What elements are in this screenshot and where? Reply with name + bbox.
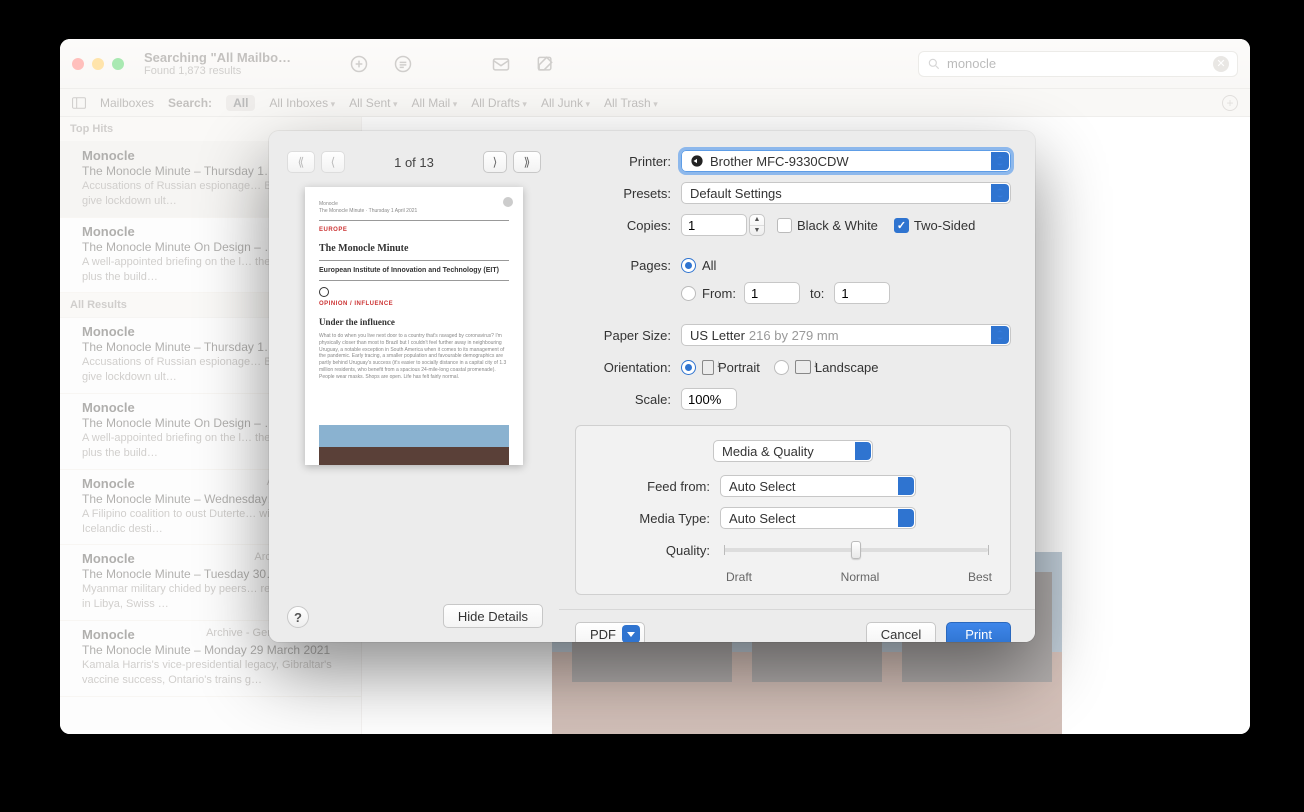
copies-stepper[interactable]: ▲▼ bbox=[749, 214, 765, 236]
pages-from-input[interactable] bbox=[744, 282, 800, 304]
pages-to-label: to: bbox=[810, 286, 824, 301]
pages-all-label: All bbox=[702, 258, 716, 273]
orientation-landscape-radio[interactable] bbox=[774, 360, 789, 375]
preview-page-thumbnail: MonocleThe Monocle Minute · Thursday 1 A… bbox=[305, 187, 523, 465]
two-sided-label: Two-Sided bbox=[914, 218, 975, 233]
media-type-label: Media Type: bbox=[594, 511, 710, 526]
preview-page-indicator: 1 of 13 bbox=[351, 155, 477, 170]
presets-label: Presets: bbox=[575, 186, 671, 201]
scale-label: Scale: bbox=[575, 392, 671, 407]
printer-label: Printer: bbox=[575, 154, 671, 169]
pdf-menu-button[interactable]: PDF bbox=[575, 622, 645, 642]
copies-label: Copies: bbox=[575, 218, 671, 233]
pages-label: Pages: bbox=[575, 258, 671, 273]
portrait-icon bbox=[702, 360, 714, 375]
print-dialog: ⟪ ⟨ 1 of 13 ⟩ ⟫ MonocleThe Monocle Minut… bbox=[269, 131, 1035, 642]
preview-first-page-button[interactable]: ⟪ bbox=[287, 151, 315, 173]
preview-last-page-button[interactable]: ⟫ bbox=[513, 151, 541, 173]
black-white-checkbox[interactable] bbox=[777, 218, 792, 233]
print-preview-pane: ⟪ ⟨ 1 of 13 ⟩ ⟫ MonocleThe Monocle Minut… bbox=[269, 131, 559, 642]
feed-from-select[interactable]: Auto Select bbox=[720, 475, 916, 497]
quality-best-label: Best bbox=[968, 570, 992, 584]
preview-next-page-button[interactable]: ⟩ bbox=[483, 151, 507, 173]
hide-details-button[interactable]: Hide Details bbox=[443, 604, 543, 628]
print-button[interactable]: Print bbox=[946, 622, 1011, 642]
orientation-portrait-label: Portrait bbox=[718, 360, 760, 375]
help-button[interactable]: ? bbox=[287, 606, 309, 628]
print-controls: Printer: Brother MFC-9330CDW Presets: De… bbox=[559, 131, 1035, 642]
quality-label: Quality: bbox=[594, 543, 710, 558]
scale-input[interactable] bbox=[681, 388, 737, 410]
pages-from-label: From: bbox=[702, 286, 736, 301]
black-white-label: Black & White bbox=[797, 218, 878, 233]
printer-select[interactable]: Brother MFC-9330CDW bbox=[681, 150, 1011, 172]
pages-from-radio[interactable] bbox=[681, 286, 696, 301]
feed-from-label: Feed from: bbox=[594, 479, 710, 494]
quality-draft-label: Draft bbox=[726, 570, 752, 584]
print-section-select[interactable]: Media & Quality bbox=[713, 440, 873, 462]
printer-status-icon bbox=[690, 154, 704, 168]
two-sided-checkbox[interactable] bbox=[894, 218, 909, 233]
landscape-icon bbox=[795, 360, 811, 374]
quality-slider[interactable] bbox=[724, 548, 988, 552]
orientation-portrait-radio[interactable] bbox=[681, 360, 696, 375]
cancel-button[interactable]: Cancel bbox=[866, 622, 936, 642]
preview-prev-page-button[interactable]: ⟨ bbox=[321, 151, 345, 173]
pages-all-radio[interactable] bbox=[681, 258, 696, 273]
media-quality-panel: Media & Quality Feed from: Auto Select M… bbox=[575, 425, 1011, 595]
orientation-label: Orientation: bbox=[575, 360, 671, 375]
presets-select[interactable]: Default Settings bbox=[681, 182, 1011, 204]
paper-size-select[interactable]: US Letter 216 by 279 mm bbox=[681, 324, 1011, 346]
media-type-select[interactable]: Auto Select bbox=[720, 507, 916, 529]
orientation-landscape-label: Landscape bbox=[815, 360, 879, 375]
copies-input[interactable] bbox=[681, 214, 747, 236]
quality-normal-label: Normal bbox=[841, 570, 880, 584]
pages-to-input[interactable] bbox=[834, 282, 890, 304]
paper-size-label: Paper Size: bbox=[575, 328, 671, 343]
thumb-close-icon bbox=[503, 197, 513, 207]
